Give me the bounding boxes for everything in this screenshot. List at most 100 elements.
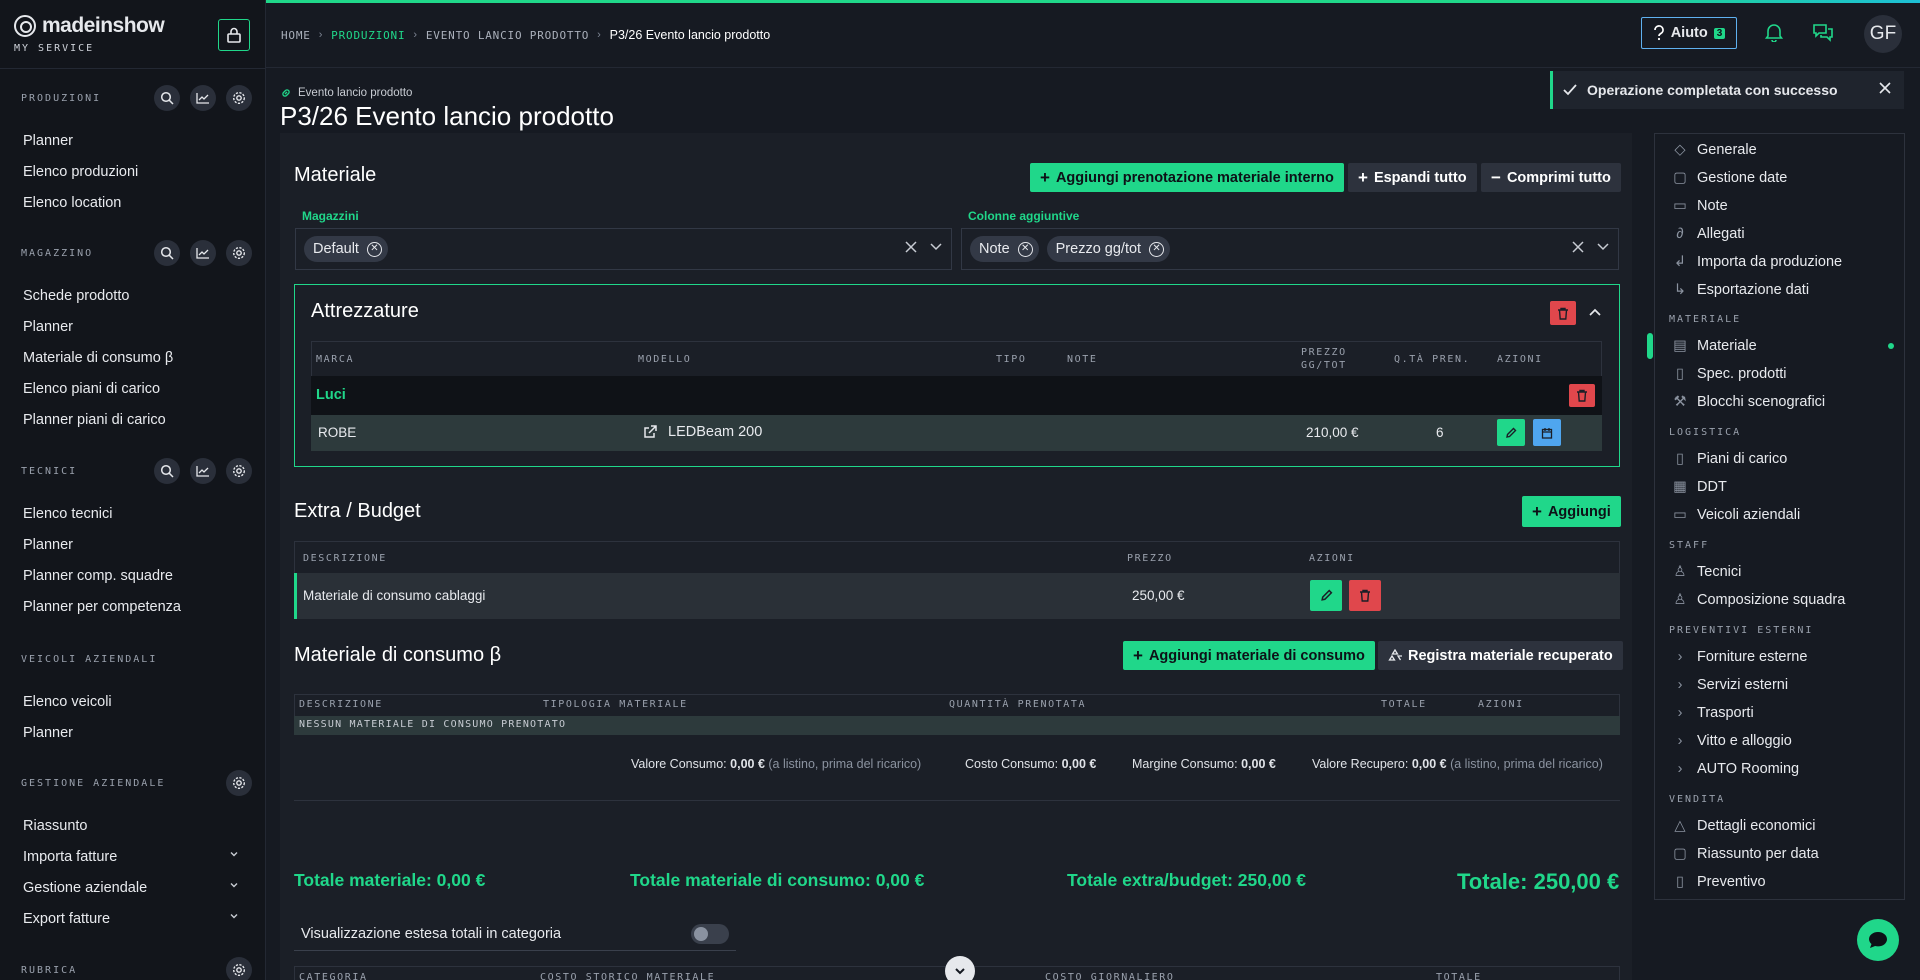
avatar[interactable]: GF	[1864, 15, 1902, 53]
gear-icon[interactable]	[226, 770, 252, 796]
sidebar-item-export-fatture[interactable]: Export fatture	[0, 903, 265, 934]
sidebar-item-elenco-produzioni[interactable]: Elenco produzioni	[0, 156, 265, 187]
nav-spec-prodotti[interactable]: ▯ Spec. prodotti	[1655, 360, 1906, 388]
chip-remove-icon[interactable]: ✕	[1017, 241, 1033, 257]
nav-ddt[interactable]: ▦ DDT	[1655, 473, 1906, 501]
nav-allegati[interactable]: ∂ Allegati	[1655, 220, 1906, 248]
search-icon[interactable]	[154, 458, 180, 484]
expand-all-button[interactable]: + Espandi tutto	[1348, 163, 1477, 192]
nav-preventivo[interactable]: ▯ Preventivo	[1655, 868, 1906, 896]
nav-generale[interactable]: ◇ Generale	[1655, 136, 1906, 164]
nav-blocchi-scenografici[interactable]: ⚒ Blocchi scenografici	[1655, 388, 1906, 416]
sidebar-item-planner[interactable]: Planner	[0, 125, 265, 156]
nav-materiale[interactable]: ▤ Materiale	[1655, 332, 1906, 360]
extra-table-header	[294, 541, 1620, 573]
sidebar-item-elenco-veicoli[interactable]: Elenco veicoli	[0, 686, 265, 717]
chevron-up-icon[interactable]	[1588, 307, 1602, 317]
external-link-icon[interactable]	[643, 424, 658, 439]
breadcrumb-home[interactable]: HOME	[281, 29, 311, 42]
lock-icon	[227, 27, 241, 43]
sidebar-item-planner-comp-squadre[interactable]: Planner comp. squadre	[0, 560, 265, 591]
nav-composizione-squadra[interactable]: ♙ Composizione squadra	[1655, 586, 1906, 614]
gear-icon[interactable]	[226, 957, 252, 980]
nav-servizi-esterni[interactable]: › Servizi esterni	[1655, 671, 1906, 699]
sidebar-item-planner[interactable]: Planner	[0, 311, 265, 342]
table-row[interactable]	[311, 415, 1602, 451]
clear-icon[interactable]	[905, 241, 917, 253]
sidebar-item-planner[interactable]: Planner	[0, 717, 265, 748]
sidebar-item-gestione-aziendale[interactable]: Gestione aziendale	[0, 872, 265, 903]
calendar-button[interactable]	[1533, 419, 1561, 446]
extended-totals-toggle[interactable]	[691, 924, 729, 944]
chart-trend-icon[interactable]	[190, 240, 216, 266]
help-button[interactable]: Aiuto 3	[1641, 17, 1737, 49]
add-extra-button[interactable]: + Aggiungi	[1522, 496, 1621, 527]
chart-trend-icon[interactable]	[190, 458, 216, 484]
magazzini-select[interactable]: Default ✕	[295, 228, 952, 270]
nav-tecnici[interactable]: ♙ Tecnici	[1655, 558, 1906, 586]
sidebar-item-importa-fatture[interactable]: Importa fatture	[0, 841, 265, 872]
nav-riassunto-data[interactable]: ▢ Riassunto per data	[1655, 840, 1906, 868]
nav-gestione-date[interactable]: ▢ Gestione date	[1655, 164, 1906, 192]
chat-icon[interactable]	[1812, 22, 1834, 42]
nav-esportazione-dati[interactable]: ↳ Esportazione dati	[1655, 276, 1906, 304]
nav-dettagli-economici[interactable]: △ Dettagli economici	[1655, 812, 1906, 840]
chart-trend-icon[interactable]	[190, 85, 216, 111]
delete-category-button[interactable]	[1550, 301, 1576, 325]
delete-button[interactable]	[1349, 580, 1381, 611]
col-azioni: AZIONI	[1478, 699, 1524, 710]
gear-icon[interactable]	[226, 458, 252, 484]
nav-importa-produzione[interactable]: ↲ Importa da produzione	[1655, 248, 1906, 276]
sidebar-item-planner-competenza[interactable]: Planner per competenza	[0, 591, 265, 622]
add-internal-material-button[interactable]: + Aggiungi prenotazione materiale intern…	[1030, 163, 1344, 192]
add-consumo-button[interactable]: + Aggiungi materiale di consumo	[1123, 641, 1375, 670]
gear-icon[interactable]	[226, 240, 252, 266]
chevron-down-icon[interactable]	[1596, 242, 1610, 252]
chat-support-button[interactable]	[1857, 919, 1899, 961]
colonne-select[interactable]: Note ✕ Prezzo gg/tot ✕	[961, 228, 1619, 270]
sidebar-item-materiale-consumo[interactable]: Materiale di consumo β	[0, 342, 265, 373]
page-parent-link[interactable]: Evento lancio prodotto	[280, 87, 412, 99]
sidebar-item-schede-prodotto[interactable]: Schede prodotto	[0, 280, 265, 311]
chip-remove-icon[interactable]: ✕	[1149, 241, 1165, 257]
nav-trasporti[interactable]: › Trasporti	[1655, 699, 1906, 727]
search-icon[interactable]	[154, 240, 180, 266]
sidebar-item-elenco-tecnici[interactable]: Elenco tecnici	[0, 498, 265, 529]
row-modello[interactable]: LEDBeam 200	[668, 424, 762, 440]
scroll-down-button[interactable]	[945, 956, 975, 980]
sidebar-item-planner[interactable]: Planner	[0, 529, 265, 560]
sidebar-item-planner-piani-carico[interactable]: Planner piani di carico	[0, 404, 265, 435]
nav-note[interactable]: ▭ Note	[1655, 192, 1906, 220]
nav-auto-rooming[interactable]: › AUTO Rooming	[1655, 755, 1906, 783]
breadcrumb-evento[interactable]: EVENTO LANCIO PRODOTTO	[426, 29, 589, 42]
table-row[interactable]	[294, 573, 1620, 619]
sidebar-item-elenco-piani-carico[interactable]: Elenco piani di carico	[0, 373, 265, 404]
delete-group-button[interactable]	[1569, 384, 1595, 407]
costo-consumo: Costo Consumo: 0,00 €	[965, 757, 1096, 771]
nav-label: Tecnici	[1697, 564, 1742, 580]
nav-veicoli-aziendali[interactable]: ▭ Veicoli aziendali	[1655, 501, 1906, 529]
search-icon[interactable]	[154, 85, 180, 111]
nav-forniture-esterne[interactable]: › Forniture esterne	[1655, 643, 1906, 671]
sidebar-item-elenco-location[interactable]: Elenco location	[0, 187, 265, 218]
sidebar: madeinshow MY SERVICE PRODUZIONI Planner…	[0, 0, 266, 980]
chip-remove-icon[interactable]: ✕	[366, 241, 382, 257]
edit-button[interactable]	[1310, 580, 1342, 611]
nav-piani-carico[interactable]: ▯ Piani di carico	[1655, 445, 1906, 473]
breadcrumb-produzioni[interactable]: PRODUZIONI	[331, 29, 405, 42]
clear-icon[interactable]	[1572, 241, 1584, 253]
nav-vitto-alloggio[interactable]: › Vitto e alloggio	[1655, 727, 1906, 755]
bell-icon[interactable]	[1765, 22, 1783, 42]
sidebar-item-riassunto[interactable]: Riassunto	[0, 810, 265, 841]
chevron-down-icon[interactable]	[929, 242, 943, 252]
col-modello: MODELLO	[638, 354, 692, 365]
gear-icon[interactable]	[226, 85, 252, 111]
plus-icon: +	[1133, 645, 1143, 665]
calendar-icon: ▢	[1673, 846, 1687, 862]
close-icon[interactable]	[1878, 81, 1892, 95]
register-recovered-button[interactable]: Registra materiale recuperato	[1378, 641, 1623, 670]
lock-button[interactable]	[218, 19, 250, 51]
edit-button[interactable]	[1497, 419, 1525, 446]
brand[interactable]: madeinshow MY SERVICE	[14, 14, 165, 54]
collapse-all-button[interactable]: − Comprimi tutto	[1481, 163, 1621, 192]
